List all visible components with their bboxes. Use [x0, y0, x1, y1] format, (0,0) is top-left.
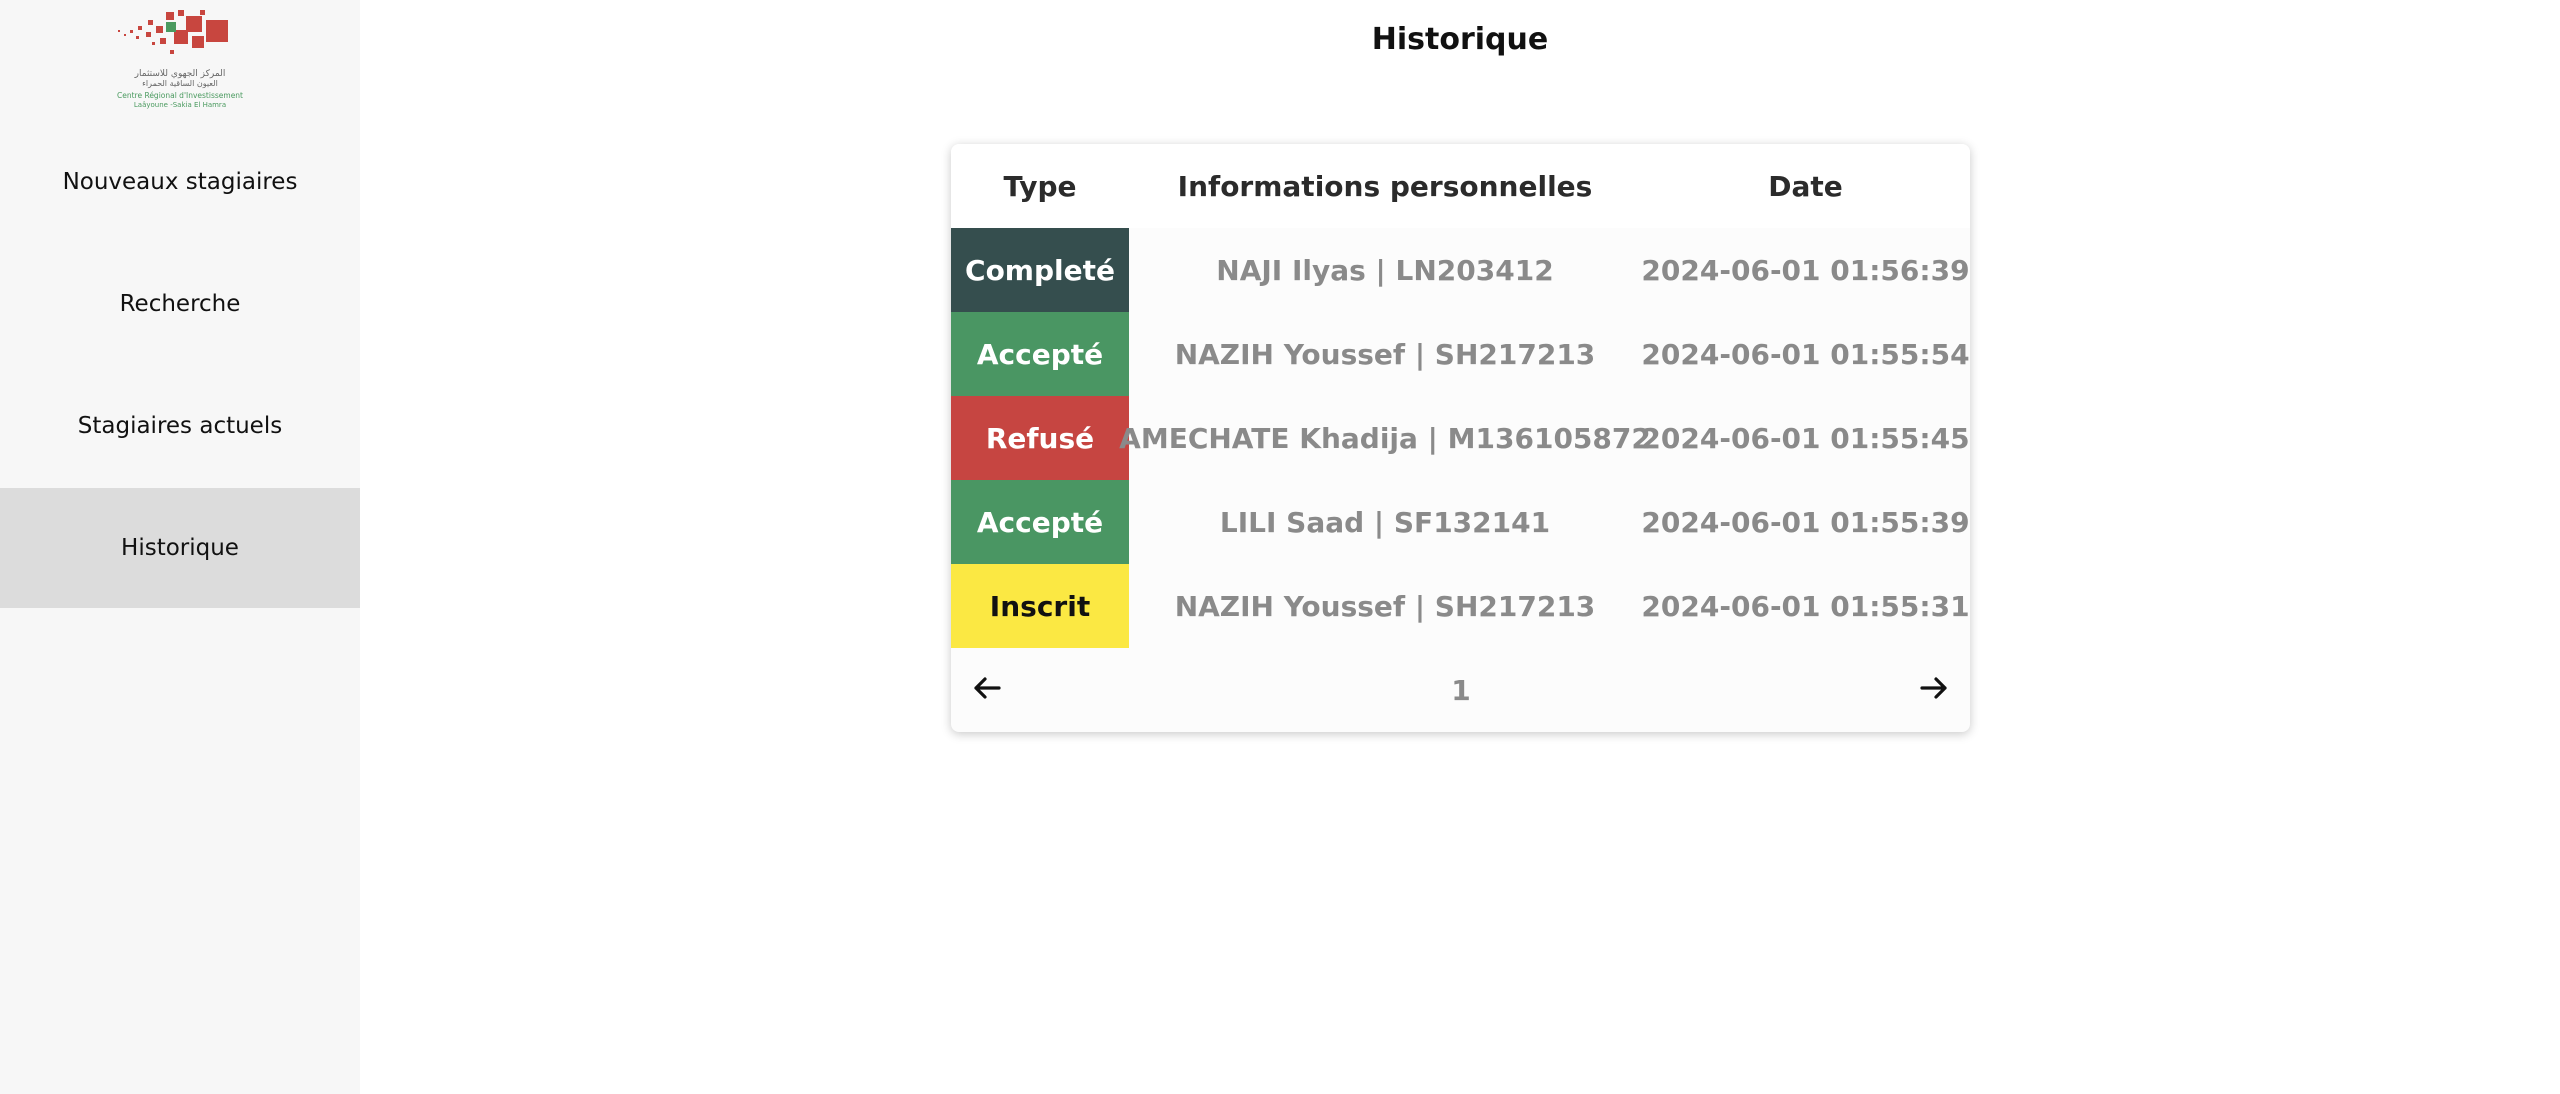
status-badge: Refusé: [951, 396, 1129, 480]
logo-french-line1: Centre Régional d'Investissement: [117, 91, 243, 100]
arrow-left-icon[interactable]: [967, 668, 1007, 708]
sidebar-item-label: Stagiaires actuels: [77, 413, 283, 439]
row-info: AMECHATE Khadija | M136105872: [1119, 421, 1651, 455]
table-row: Inscrit NAZIH Youssef | SH217213 2024-06…: [951, 564, 1970, 648]
sidebar-item-nouveaux-stagiaires[interactable]: Nouveaux stagiaires: [0, 122, 360, 242]
row-date: 2024-06-01 01:56:39: [1641, 253, 1970, 287]
table-row: Accepté LILI Saad | SF132141 2024-06-01 …: [951, 480, 1970, 564]
row-date: 2024-06-01 01:55:54: [1641, 337, 1970, 371]
sidebar-item-historique[interactable]: Historique: [0, 488, 360, 608]
table-row: Accepté NAZIH Youssef | SH217213 2024-06…: [951, 312, 1970, 396]
status-badge: Accepté: [951, 312, 1129, 396]
history-table-card: Type Informations personnelles Date Comp…: [951, 144, 1970, 732]
page-number[interactable]: 1: [1411, 648, 1511, 732]
logo-french-line2: Laâyoune -Sakia El Hamra: [134, 101, 226, 109]
sidebar-item-label: Historique: [121, 535, 239, 561]
row-date: 2024-06-01 01:55:45: [1641, 421, 1970, 455]
arrow-right-icon[interactable]: [1914, 668, 1954, 708]
sidebar-item-stagiaires-actuels[interactable]: Stagiaires actuels: [0, 366, 360, 486]
page-title: Historique: [1371, 22, 1549, 57]
logo-arabic-line2: العيون الساقية الحمراء: [142, 79, 218, 88]
row-info: NAZIH Youssef | SH217213: [1174, 337, 1596, 371]
sidebar: المركز الجهوي للاستثمار العيون الساقية ا…: [0, 0, 360, 1094]
row-info: NAZIH Youssef | SH217213: [1174, 589, 1596, 623]
sidebar-item-recherche[interactable]: Recherche: [0, 244, 360, 364]
logo-arabic-line1: المركز الجهوي للاستثمار: [134, 69, 226, 79]
table-header: Type Informations personnelles Date: [951, 144, 1970, 228]
row-date: 2024-06-01 01:55:31: [1641, 589, 1970, 623]
header-info: Informations personnelles: [1177, 169, 1593, 203]
status-badge: Accepté: [951, 480, 1129, 564]
logo-mosaic: [118, 10, 228, 54]
sidebar-item-label: Recherche: [119, 291, 241, 317]
cri-logo: المركز الجهوي للاستثمار العيون الساقية ا…: [117, 10, 243, 109]
row-date: 2024-06-01 01:55:39: [1641, 505, 1970, 539]
row-info: NAJI Ilyas | LN203412: [1216, 253, 1554, 287]
row-info: LILI Saad | SF132141: [1219, 505, 1551, 539]
sidebar-item-label: Nouveaux stagiaires: [62, 169, 298, 195]
table-row: Refusé AMECHATE Khadija | M136105872 202…: [951, 396, 1970, 480]
status-badge: Inscrit: [951, 564, 1129, 648]
table-row: Completé NAJI Ilyas | LN203412 2024-06-0…: [951, 228, 1970, 312]
status-badge: Completé: [951, 228, 1129, 312]
header-type: Type: [1003, 169, 1077, 203]
pagination: 1: [951, 648, 1970, 732]
header-date: Date: [1768, 169, 1843, 203]
